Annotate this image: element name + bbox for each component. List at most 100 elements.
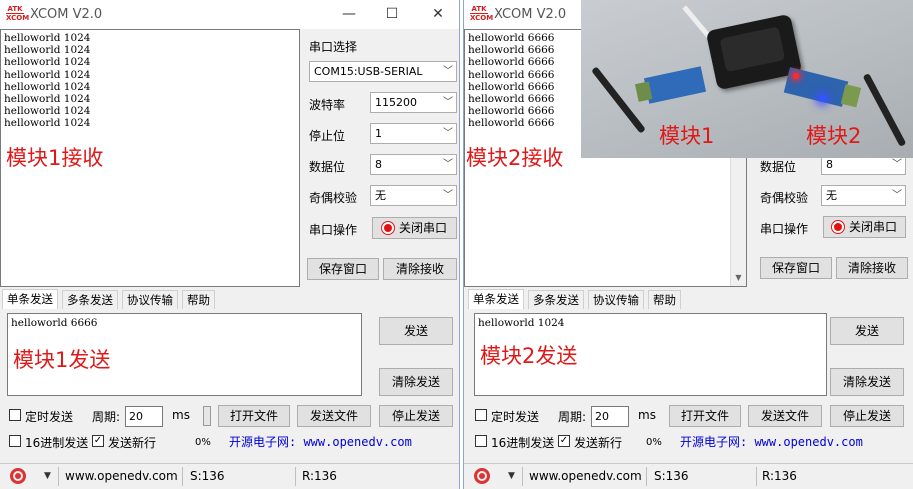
parity-select[interactable]: 无 ﹀ — [370, 185, 457, 206]
receive-line: helloworld 6666 — [468, 80, 555, 93]
window-title: XCOM V2.0 — [30, 7, 103, 22]
parity-label: 奇偶校验 — [760, 191, 809, 205]
stop-bits-value: 1 — [375, 127, 382, 140]
progress-percent: 0% — [646, 437, 662, 448]
status-received-count: R:136 — [302, 469, 337, 483]
parity-value: 无 — [826, 189, 837, 202]
stop-bits-select[interactable]: 1 ﹀ — [370, 123, 457, 144]
hex-send-checkbox[interactable] — [9, 435, 21, 447]
xcom-logo: ATK XCOM — [6, 5, 29, 23]
close-port-button[interactable]: 关闭串口 — [823, 216, 906, 238]
receive-line: helloworld 6666 — [468, 117, 555, 130]
status-bar: ▼ www.openedv.com S:136 R:136 — [464, 463, 913, 489]
port-status-led-icon — [381, 222, 394, 234]
xcom-logo: ATK XCOM — [470, 5, 494, 23]
title-bar[interactable]: ATK XCOM XCOM V2.0 — ☐ ✕ — [0, 0, 459, 29]
status-received-count: R:136 — [762, 469, 797, 483]
clear-send-button[interactable]: 清除发送 — [830, 368, 904, 396]
openedv-link[interactable]: 开源电子网: www.openedv.com — [680, 433, 863, 450]
tab-single-send[interactable]: 单条发送 — [2, 289, 58, 309]
receive-line: helloworld 6666 — [468, 44, 555, 57]
maximize-button[interactable]: ☐ — [377, 4, 407, 24]
timed-send-label: 定时发送 — [491, 410, 540, 424]
logo-bottom-text: XCOM — [470, 13, 494, 22]
port-operation-label: 串口操作 — [760, 222, 809, 236]
close-port-button[interactable]: 关闭串口 — [372, 217, 457, 239]
parity-select[interactable]: 无 ﹀ — [821, 185, 906, 206]
clear-send-button[interactable]: 清除发送 — [379, 368, 453, 396]
settings-gear-icon[interactable] — [10, 468, 26, 484]
send-button[interactable]: 发送 — [379, 317, 453, 345]
antenna-right — [862, 73, 907, 147]
tab-single-send[interactable]: 单条发送 — [468, 289, 524, 309]
timed-send-checkbox[interactable] — [9, 409, 21, 421]
tab-multi-send[interactable]: 多条发送 — [528, 290, 584, 309]
send-overlay-label: 模块2发送 — [480, 344, 578, 368]
send-file-button[interactable]: 发送文件 — [748, 405, 822, 427]
red-led — [793, 73, 799, 79]
baud-value: 115200 — [375, 96, 417, 109]
receive-line: helloworld 1024 — [4, 117, 91, 130]
tab-protocol[interactable]: 协议传输 — [122, 290, 178, 309]
send-overlay-label: 模块1发送 — [13, 348, 111, 372]
data-bits-select[interactable]: 8 ﹀ — [370, 154, 457, 175]
hex-send-checkbox[interactable] — [475, 435, 487, 447]
baud-select[interactable]: 115200 ﹀ — [370, 92, 457, 113]
timed-send-label: 定时发送 — [25, 410, 74, 424]
period-input[interactable]: 20 — [591, 406, 629, 427]
open-file-button[interactable]: 打开文件 — [669, 405, 741, 427]
timed-send-checkbox[interactable] — [475, 409, 487, 421]
send-newline-checkbox[interactable]: ✓ — [92, 435, 104, 447]
photo-label-module-1: 模块1 — [659, 124, 715, 148]
hex-send-label: 16进制发送 — [25, 436, 89, 450]
port-status-led-icon — [831, 221, 844, 233]
hex-send-label: 16进制发送 — [491, 436, 555, 450]
stop-send-button[interactable]: 停止发送 — [379, 405, 453, 427]
scroll-down-icon[interactable]: ▼ — [731, 270, 746, 286]
stop-bits-label: 停止位 — [309, 129, 346, 143]
caret-down-icon[interactable]: ▼ — [44, 471, 51, 481]
tab-multi-send[interactable]: 多条发送 — [62, 290, 118, 309]
receive-area[interactable]: helloworld 1024 helloworld 1024 helloworld… — [0, 29, 300, 287]
send-input[interactable]: helloworld 1024 模块2发送 — [474, 313, 827, 396]
status-url[interactable]: www.openedv.com — [65, 469, 178, 483]
send-file-button[interactable]: 发送文件 — [297, 405, 371, 427]
status-url[interactable]: www.openedv.com — [529, 469, 642, 483]
send-input[interactable]: helloworld 6666 模块1发送 — [7, 313, 362, 396]
port-select[interactable]: COM15:USB-SERIAL ﹀ — [309, 61, 457, 82]
parity-value: 无 — [375, 189, 386, 202]
status-sent-count: S:136 — [654, 469, 689, 483]
stop-send-button[interactable]: 停止发送 — [830, 405, 904, 427]
open-file-button[interactable]: 打开文件 — [218, 405, 290, 427]
port-select-label: 串口选择 — [309, 40, 358, 54]
period-input[interactable]: 20 — [125, 406, 163, 427]
port-select-value: COM15:USB-SERIAL — [314, 65, 423, 78]
check-icon: ✓ — [93, 435, 103, 446]
receive-line: helloworld 1024 — [4, 56, 91, 69]
logo-top-text: ATK — [7, 5, 23, 13]
settings-gear-icon[interactable] — [474, 468, 490, 484]
clear-receive-button[interactable]: 清除接收 — [383, 258, 457, 280]
port-operation-label: 串口操作 — [309, 223, 358, 237]
openedv-link[interactable]: 开源电子网: www.openedv.com — [229, 433, 412, 450]
caret-down-icon[interactable]: ▼ — [508, 471, 515, 481]
close-port-label: 关闭串口 — [848, 220, 897, 234]
send-newline-checkbox[interactable]: ✓ — [558, 435, 570, 447]
send-button[interactable]: 发送 — [830, 317, 904, 345]
xcom-window-1: ATK XCOM XCOM V2.0 — ☐ ✕ helloworld 1024… — [0, 0, 460, 489]
data-bits-value: 8 — [375, 158, 382, 171]
baud-label: 波特率 — [309, 98, 346, 112]
send-progress-bar — [203, 406, 211, 426]
save-window-button[interactable]: 保存窗口 — [307, 258, 379, 280]
status-sent-count: S:136 — [190, 469, 225, 483]
clear-receive-button[interactable]: 清除接收 — [836, 257, 908, 279]
tab-help[interactable]: 帮助 — [182, 290, 215, 309]
receive-line: helloworld 6666 — [468, 105, 555, 118]
tab-protocol[interactable]: 协议传输 — [588, 290, 644, 309]
close-window-button[interactable]: ✕ — [423, 4, 453, 24]
save-window-button[interactable]: 保存窗口 — [760, 257, 832, 279]
tab-help[interactable]: 帮助 — [648, 290, 681, 309]
minimize-button[interactable]: — — [334, 4, 364, 24]
receive-line: helloworld 1024 — [4, 32, 91, 44]
parity-label: 奇偶校验 — [309, 191, 358, 205]
